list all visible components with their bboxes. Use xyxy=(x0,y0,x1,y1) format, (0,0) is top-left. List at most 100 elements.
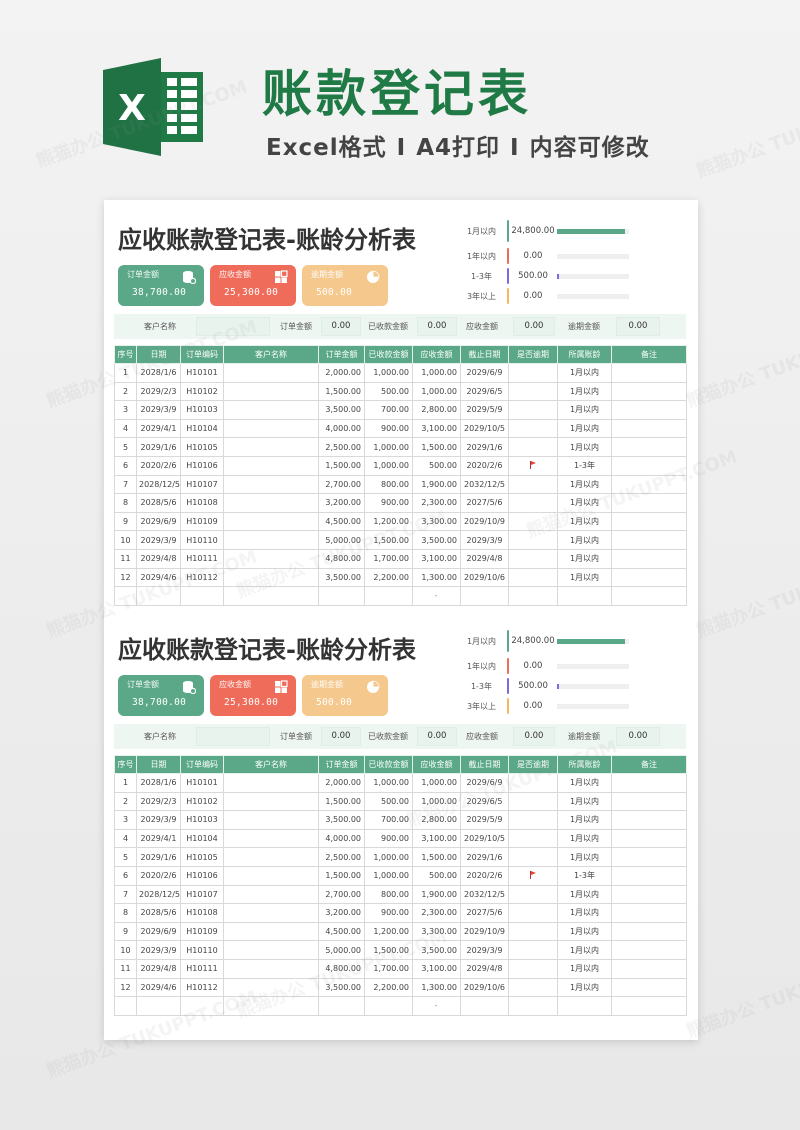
column-header[interactable]: 订单编码 xyxy=(180,755,224,774)
table-cell[interactable] xyxy=(508,548,558,569)
table-cell[interactable]: H10101 xyxy=(180,363,224,383)
table-cell[interactable]: 500.00 xyxy=(364,381,413,402)
table-cell[interactable]: 4,800.00 xyxy=(318,548,365,569)
table-cell[interactable]: H10105 xyxy=(180,437,224,457)
customer-input[interactable] xyxy=(196,727,270,746)
table-cell[interactable] xyxy=(508,437,558,457)
table-cell[interactable] xyxy=(611,977,687,998)
table-cell[interactable] xyxy=(223,586,319,606)
table-cell[interactable]: 1-3年 xyxy=(557,455,612,476)
table-cell[interactable] xyxy=(611,791,687,812)
column-header[interactable]: 序号 xyxy=(114,755,137,774)
table-cell[interactable] xyxy=(223,418,319,439)
table-cell[interactable]: 2032/12/5 xyxy=(460,474,509,495)
table-cell[interactable]: 6 xyxy=(114,865,137,886)
table-cell[interactable]: 1月以内 xyxy=(557,548,612,569)
table-cell[interactable] xyxy=(223,865,319,886)
table-cell[interactable] xyxy=(611,567,687,588)
table-cell[interactable]: 1-3年 xyxy=(557,865,612,886)
table-cell[interactable]: H10105 xyxy=(180,847,224,867)
table-cell[interactable]: 1,000.00 xyxy=(412,381,461,402)
table-cell[interactable] xyxy=(223,828,319,849)
table-cell[interactable]: 10 xyxy=(114,530,137,550)
table-cell[interactable]: 2029/5/9 xyxy=(460,810,509,830)
column-header[interactable]: 序号 xyxy=(114,345,137,364)
table-cell[interactable]: H10104 xyxy=(180,828,224,849)
table-cell[interactable]: 2029/3/9 xyxy=(460,530,509,550)
table-cell[interactable] xyxy=(611,474,687,495)
column-header[interactable]: 备注 xyxy=(611,345,687,364)
column-header[interactable]: 是否逾期 xyxy=(508,755,558,774)
table-cell[interactable]: 2029/6/9 xyxy=(460,363,509,383)
table-cell[interactable]: H10110 xyxy=(180,940,224,960)
table-cell[interactable]: 2029/6/9 xyxy=(136,921,181,942)
table-cell[interactable] xyxy=(223,511,319,532)
table-cell[interactable]: 3,100.00 xyxy=(412,548,461,569)
table-cell[interactable]: 700.00 xyxy=(364,400,413,420)
table-cell[interactable] xyxy=(508,810,558,830)
table-cell[interactable] xyxy=(223,847,319,867)
table-cell[interactable]: 1月以内 xyxy=(557,940,612,960)
table-cell[interactable]: 2,700.00 xyxy=(318,884,365,905)
table-cell[interactable]: 2020/2/6 xyxy=(460,455,509,476)
table-cell[interactable]: 2027/5/6 xyxy=(460,903,509,923)
table-cell[interactable]: 2029/10/6 xyxy=(460,977,509,998)
table-cell[interactable]: 7 xyxy=(114,474,137,495)
table-cell[interactable]: 800.00 xyxy=(364,884,413,905)
table-cell[interactable]: 2028/5/6 xyxy=(136,493,181,513)
table-cell[interactable] xyxy=(223,903,319,923)
column-header[interactable]: 应收金额 xyxy=(412,755,461,774)
table-cell[interactable] xyxy=(223,381,319,402)
table-cell[interactable] xyxy=(508,381,558,402)
table-cell[interactable] xyxy=(611,381,687,402)
column-header[interactable]: 应收金额 xyxy=(412,345,461,364)
table-cell[interactable] xyxy=(611,847,687,867)
table-cell[interactable]: 1月以内 xyxy=(557,381,612,402)
table-cell[interactable]: 6 xyxy=(114,455,137,476)
table-cell[interactable] xyxy=(223,437,319,457)
table-cell[interactable]: 2028/1/6 xyxy=(136,773,181,793)
table-cell[interactable] xyxy=(611,903,687,923)
column-header[interactable]: 订单编码 xyxy=(180,345,224,364)
table-cell[interactable] xyxy=(223,548,319,569)
table-cell[interactable]: 1月以内 xyxy=(557,493,612,513)
table-cell[interactable]: 3,100.00 xyxy=(412,418,461,439)
table-cell[interactable]: 1月以内 xyxy=(557,400,612,420)
table-cell[interactable]: 2028/12/5 xyxy=(136,474,181,495)
table-cell[interactable]: 5,000.00 xyxy=(318,940,365,960)
table-cell[interactable]: 2 xyxy=(114,791,137,812)
table-cell[interactable] xyxy=(611,363,687,383)
table-cell[interactable]: 10 xyxy=(114,940,137,960)
table-cell[interactable] xyxy=(223,958,319,979)
table-cell[interactable]: 2029/10/6 xyxy=(460,567,509,588)
table-cell[interactable]: 1,900.00 xyxy=(412,474,461,495)
table-cell[interactable] xyxy=(460,586,509,606)
table-cell[interactable]: 4,800.00 xyxy=(318,958,365,979)
table-cell[interactable]: 2,500.00 xyxy=(318,437,365,457)
table-cell[interactable]: 1,000.00 xyxy=(412,773,461,793)
table-cell[interactable]: 3,500.00 xyxy=(412,530,461,550)
table-cell[interactable]: H10102 xyxy=(180,381,224,402)
table-cell[interactable] xyxy=(508,567,558,588)
table-cell[interactable]: 4,000.00 xyxy=(318,418,365,439)
table-cell[interactable] xyxy=(223,810,319,830)
table-cell[interactable]: 2029/3/9 xyxy=(136,400,181,420)
table-cell[interactable]: 1,000.00 xyxy=(364,847,413,867)
table-cell[interactable] xyxy=(180,996,224,1016)
table-cell[interactable]: 1,500.00 xyxy=(364,940,413,960)
column-header[interactable]: 截止日期 xyxy=(460,345,509,364)
table-cell[interactable] xyxy=(611,773,687,793)
table-cell[interactable]: 1月以内 xyxy=(557,828,612,849)
table-cell[interactable] xyxy=(508,400,558,420)
table-cell[interactable]: 2028/12/5 xyxy=(136,884,181,905)
table-cell[interactable]: 2,000.00 xyxy=(318,363,365,383)
table-cell[interactable] xyxy=(364,586,413,606)
column-header[interactable]: 备注 xyxy=(611,755,687,774)
table-cell[interactable]: 2029/6/9 xyxy=(460,773,509,793)
table-cell[interactable]: 3,100.00 xyxy=(412,958,461,979)
table-cell[interactable] xyxy=(611,921,687,942)
table-cell[interactable]: H10101 xyxy=(180,773,224,793)
table-cell[interactable]: 1,700.00 xyxy=(364,548,413,569)
table-cell[interactable] xyxy=(611,418,687,439)
table-cell[interactable] xyxy=(611,884,687,905)
